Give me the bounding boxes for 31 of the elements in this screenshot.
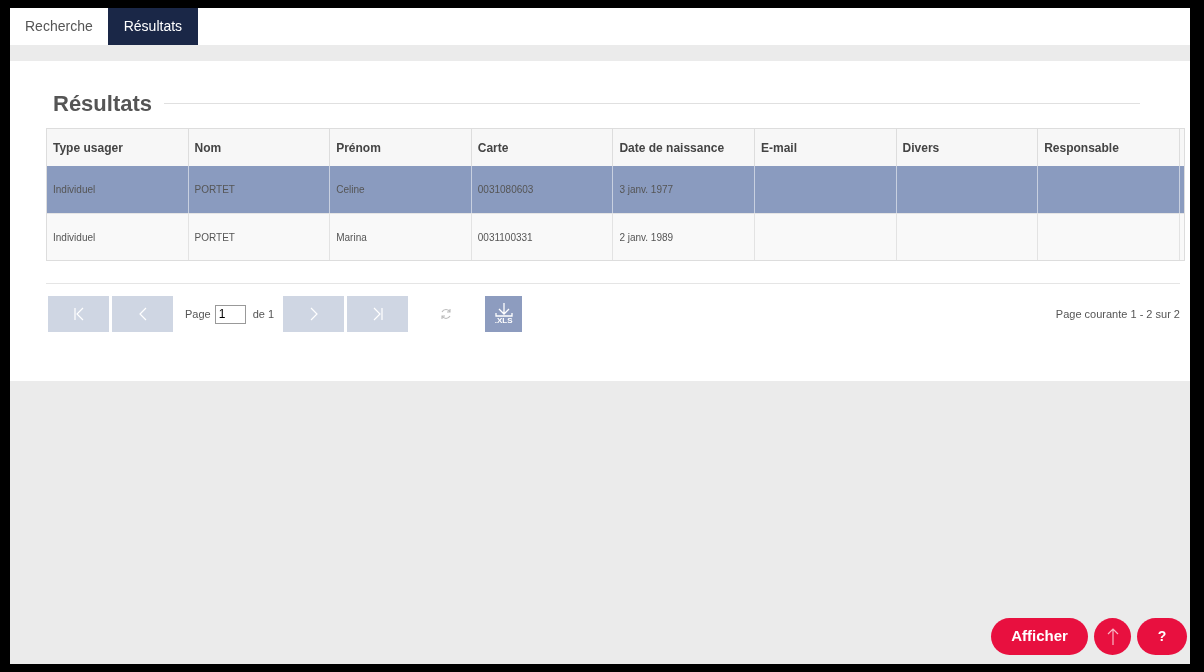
table-cell-text: Marina: [336, 230, 367, 245]
page-count-label: de 1: [252, 306, 275, 322]
page-summary: Page courante 1 - 2 sur 2: [1055, 306, 1180, 322]
first-page-button[interactable]: [48, 296, 109, 332]
page-label: Page: [185, 306, 211, 322]
next-page-button[interactable]: [283, 296, 345, 332]
table-cell-text: 0031080603: [477, 183, 534, 197]
table-cell-text: Individuel: [53, 230, 96, 245]
last-page-icon: [372, 307, 383, 321]
table-cell-text: PORTET: [194, 230, 235, 245]
page-number-field[interactable]: 1: [214, 304, 246, 324]
table-cell-text: Individuel: [53, 183, 96, 197]
arrow-up-icon: [1106, 627, 1119, 646]
chevron-right-icon: [309, 307, 318, 321]
refresh-icon[interactable]: [440, 308, 453, 320]
table-cell-text: 0031100331: [477, 230, 533, 245]
first-page-icon: [73, 307, 84, 321]
table-cell-text: PORTET: [194, 183, 235, 197]
previous-page-button[interactable]: [112, 296, 173, 332]
tab[interactable]: Résultats: [107, 8, 199, 45]
table-row[interactable]: Individuel PORTET Marina 0031100331 2 janv. 1989: [47, 213, 1184, 260]
table-cell-text: Celine: [336, 183, 365, 197]
show-button[interactable]: Afficher: [991, 618, 1088, 655]
chevron-left-icon: [138, 307, 147, 321]
last-page-button[interactable]: [347, 296, 409, 332]
table-cell-text: 2 janv. 1989: [619, 230, 674, 245]
table-cell-text: 3 janv. 1977: [619, 183, 674, 197]
section-title: Résultats: [53, 90, 153, 118]
scroll-top-button[interactable]: [1094, 618, 1131, 655]
help-button[interactable]: ?: [1137, 618, 1187, 655]
download-icon: [494, 303, 513, 317]
